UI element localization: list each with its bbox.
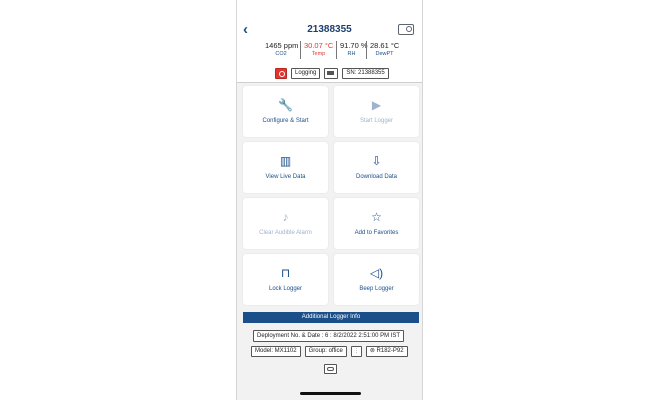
wrench-icon: 🔧 [278, 98, 293, 112]
tile-label: View Live Data [265, 174, 306, 180]
configure-start-button[interactable]: 🔧 Configure & Start [243, 86, 328, 137]
sensor-readings: 1465 ppm CO2 30.07 °C Temp 91.70 % RH 28… [262, 41, 402, 59]
status-row: Logging SN: 21388355 [275, 67, 389, 79]
view-live-data-button[interactable]: ▥ View Live Data [243, 142, 328, 193]
tile-label: Lock Logger [268, 286, 303, 292]
tile-label: Clear Audible Alarm [259, 230, 312, 236]
reading-value: 1465 ppm [265, 41, 299, 50]
download-data-button[interactable]: ⇩ Download Data [334, 142, 419, 193]
serial-number-badge: SN: 21388355 [342, 67, 389, 79]
tile-label: Add to Favorites [354, 230, 399, 236]
battery-icon [324, 67, 339, 79]
beep-logger-button[interactable]: ◁) Beep Logger [334, 254, 419, 305]
reading-value: 28.61 °C [370, 41, 400, 50]
reading-value: 91.70 % [340, 41, 368, 50]
signal-icon: ⊚ [369, 348, 375, 354]
signal-badge: ⊚ R182-P92 [365, 346, 408, 357]
group-badge: Group: office [304, 346, 347, 357]
reading-label: DewPT [375, 51, 394, 57]
add-to-favorites-button[interactable]: ☆ Add to Favorites [334, 198, 419, 249]
reading-temp: 30.07 °C Temp [300, 41, 336, 59]
clear-audible-alarm-button[interactable]: ♪ Clear Audible Alarm [243, 198, 328, 249]
home-indicator [300, 392, 361, 395]
logging-status-badge: Logging [291, 67, 321, 79]
bar-chart-icon: ▥ [279, 154, 292, 168]
tile-label: Configure & Start [262, 118, 309, 124]
sensor-type-icon [324, 364, 337, 374]
app-screen: ‹ 21388355 1465 ppm CO2 30.07 °C Temp 91… [236, 0, 423, 400]
reading-co2: 1465 ppm CO2 [262, 41, 300, 59]
model-badge: Model: MX1102 [251, 346, 301, 357]
mode-icon: ⋮ [350, 346, 362, 357]
tile-label: Beep Logger [359, 286, 394, 292]
speaker-icon: ◁) [369, 266, 384, 280]
deployment-info-badge: Deployment No. & Date : 6 : 8/2/2022 2:5… [253, 330, 405, 342]
reading-label: RH [347, 51, 356, 57]
unlock-icon: ⊓ [280, 266, 291, 280]
reading-rh: 91.70 % RH [336, 41, 368, 59]
tile-label: Download Data [355, 174, 398, 180]
page-title: 21388355 [307, 24, 352, 35]
camera-icon[interactable] [398, 24, 414, 35]
download-icon: ⇩ [371, 154, 382, 168]
header: ‹ 21388355 1465 ppm CO2 30.07 °C Temp 91… [237, 0, 422, 83]
reading-value: 30.07 °C [304, 41, 334, 50]
reading-label: CO2 [275, 51, 287, 57]
start-logger-button[interactable]: ▶ Start Logger [334, 86, 419, 137]
logger-meta-row: Model: MX1102 Group: office ⋮ ⊚ R182-P92 [251, 346, 408, 357]
reading-dewpt: 28.61 °C DewPT [366, 41, 402, 59]
play-icon: ▶ [371, 98, 382, 112]
lock-logger-button[interactable]: ⊓ Lock Logger [243, 254, 328, 305]
signal-value: R182-P92 [376, 348, 404, 354]
reading-label: Temp [311, 51, 326, 57]
alarm-status-icon [275, 67, 287, 79]
star-icon: ☆ [371, 210, 382, 224]
bell-icon: ♪ [282, 210, 289, 224]
additional-info-header: Additional Logger Info [243, 312, 419, 323]
tile-label: Start Logger [359, 118, 394, 124]
